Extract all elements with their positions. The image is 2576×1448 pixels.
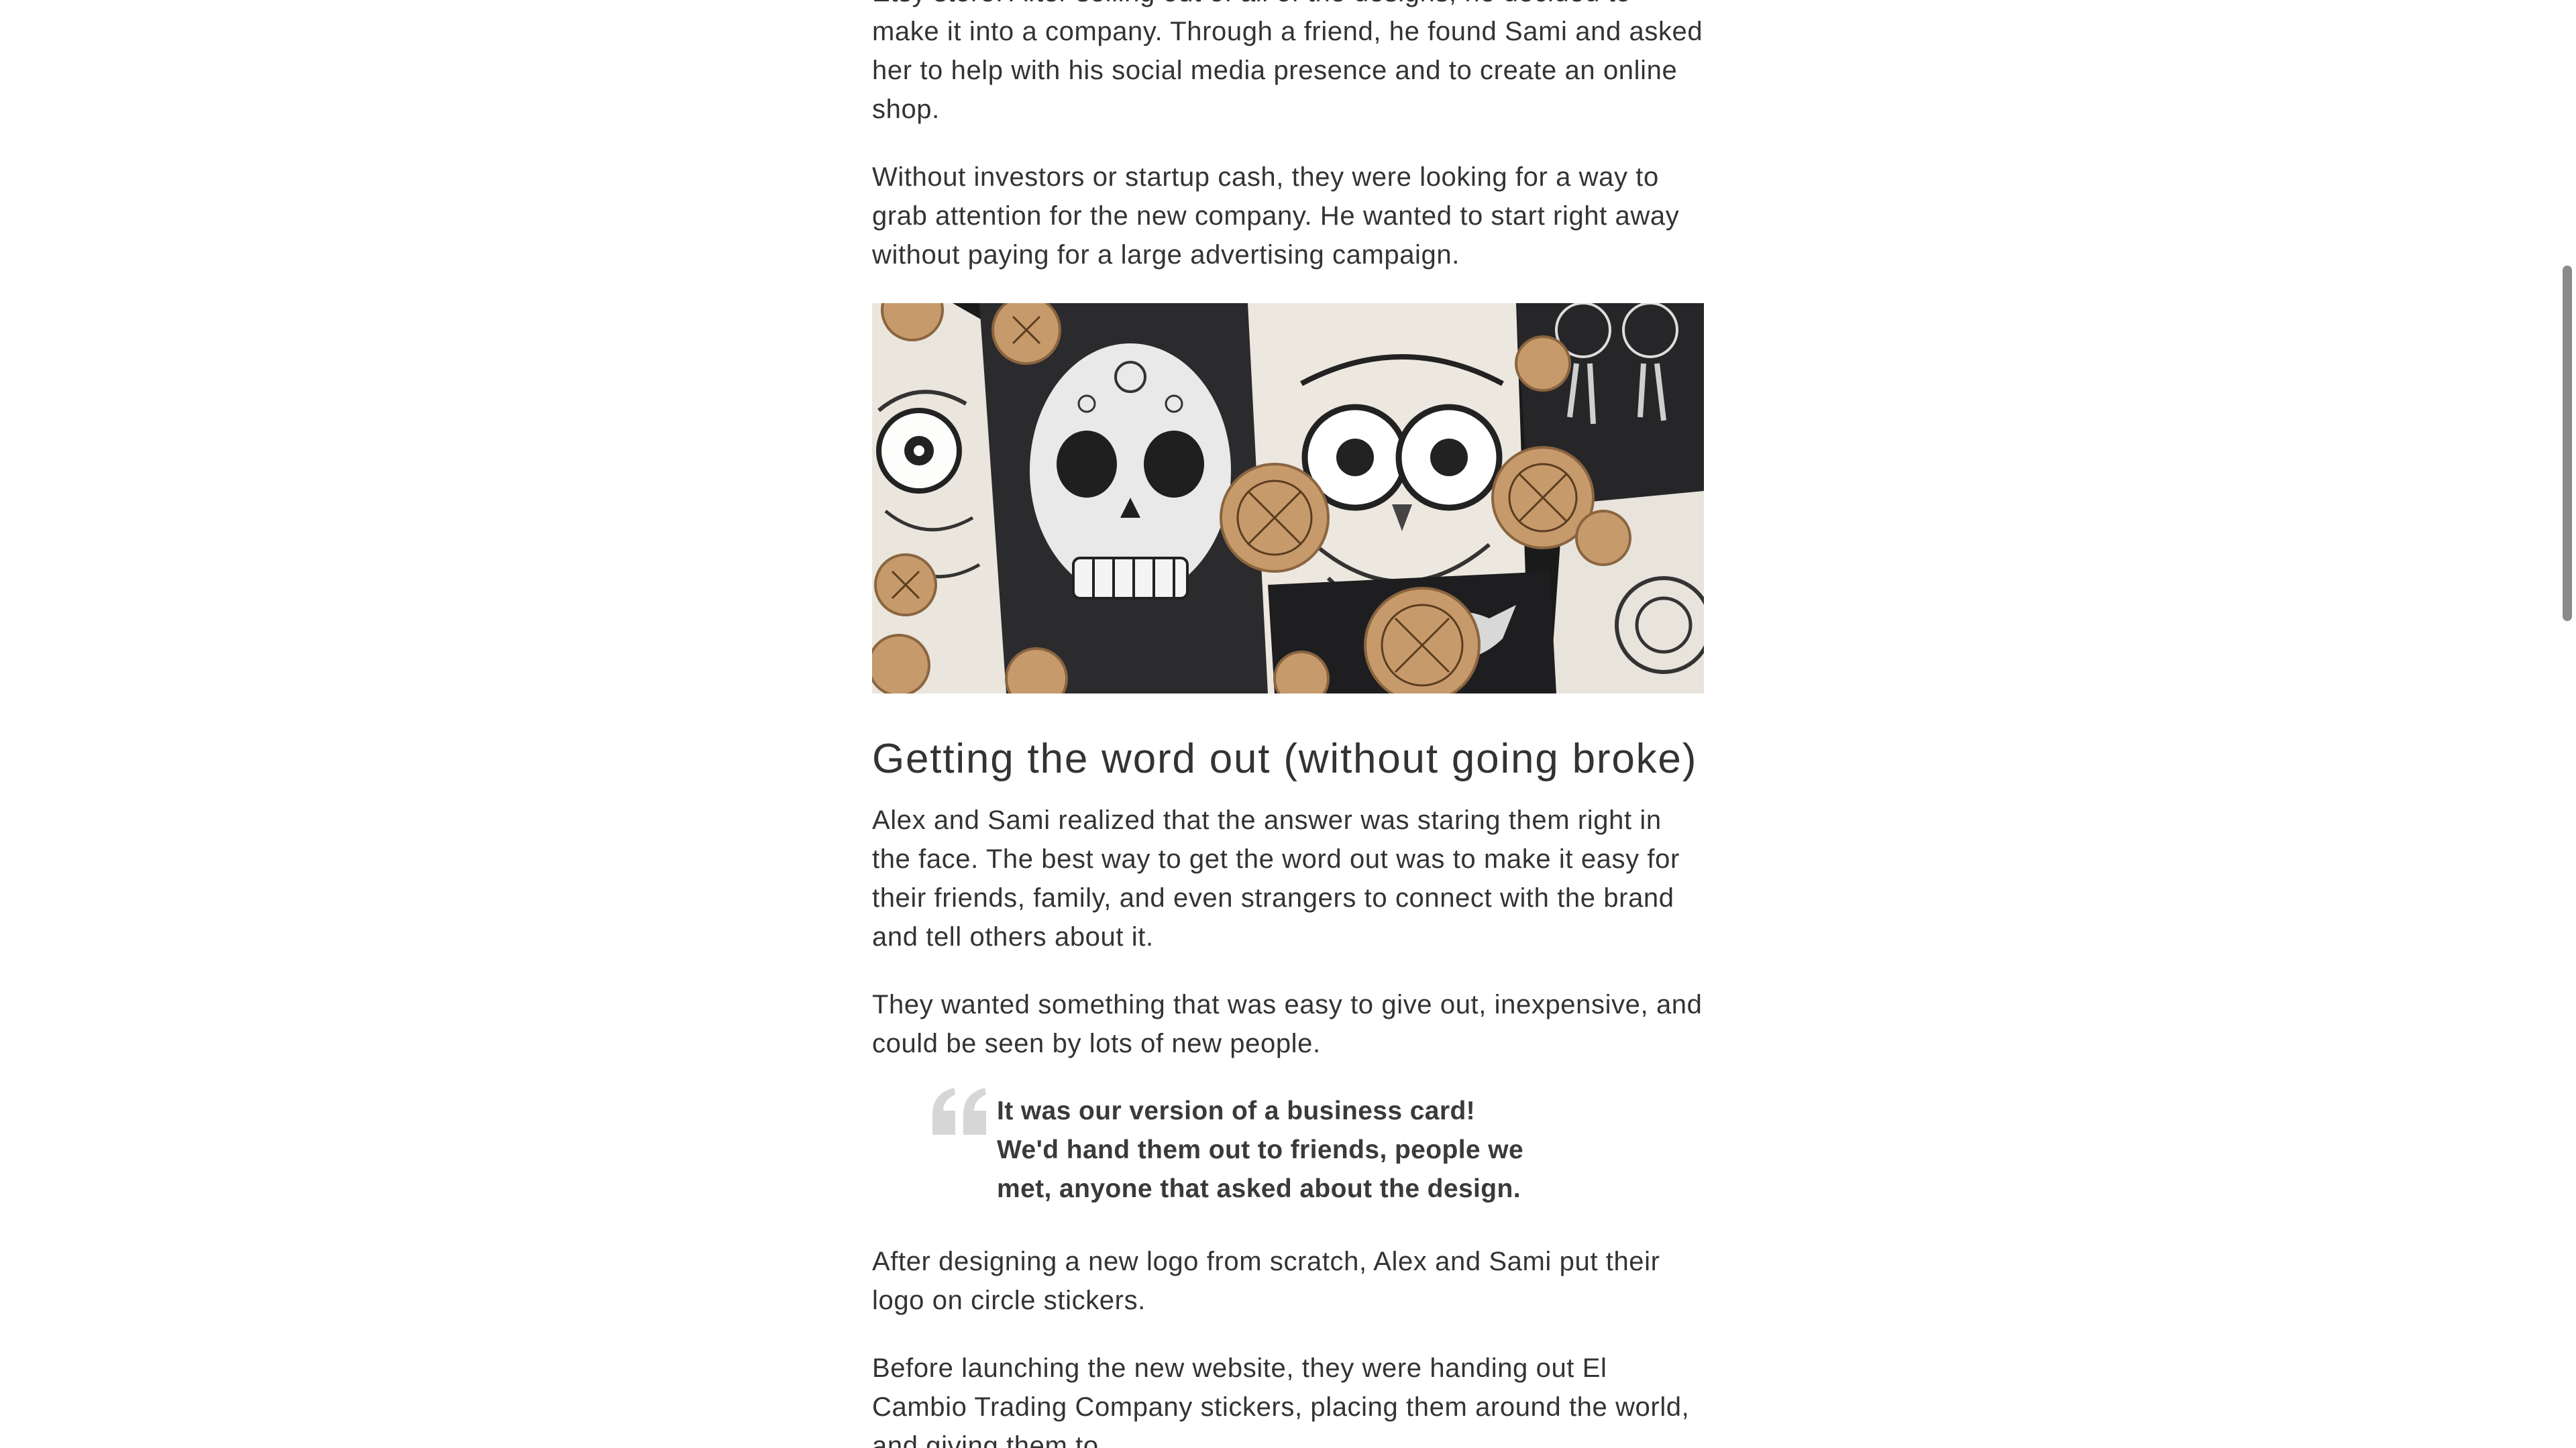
paragraph: Without investors or startup cash, they …	[872, 162, 1680, 270]
paragraph: Alex and Sami realized that the answer w…	[872, 805, 1680, 952]
scrollbar[interactable]	[2560, 0, 2576, 1448]
scrollbar-thumb[interactable]	[2563, 266, 2572, 621]
section-heading: Getting the word out (without going brok…	[872, 736, 1698, 782]
paragraph: They wanted something that was easy to g…	[872, 990, 1703, 1058]
page: Alex began selling his hand-drawn design…	[0, 0, 2576, 1448]
pull-quote: It was our version of a business card! W…	[872, 1088, 1704, 1209]
paragraph: After designing a new logo from scratch,…	[872, 1247, 1660, 1315]
quote-text: It was our version of a business card! W…	[997, 1097, 1524, 1203]
quote-mark-icon	[932, 1088, 986, 1135]
product-photo	[872, 303, 1704, 693]
paragraph: Before launching the new website, they w…	[872, 1353, 1690, 1448]
article-body: Alex began selling his hand-drawn design…	[872, 0, 1704, 1448]
paragraph: Alex began selling his hand-drawn design…	[872, 0, 1703, 124]
